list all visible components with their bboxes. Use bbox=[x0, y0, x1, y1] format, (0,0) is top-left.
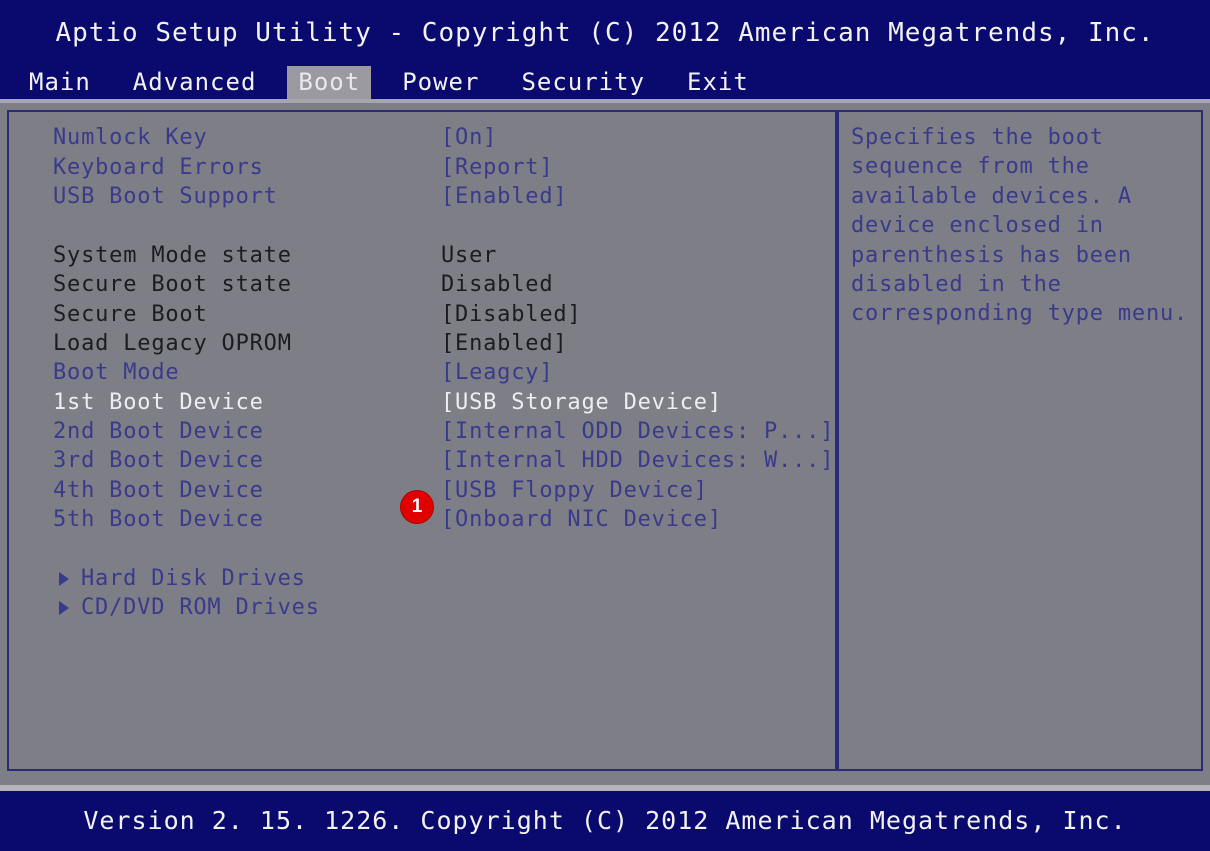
setting-value-load-legacy-oprom[interactable]: [Enabled] bbox=[441, 331, 567, 356]
setting-row-cd-dvd-rom-drives[interactable]: CD/DVD ROM Drives bbox=[9, 593, 835, 622]
setting-row-keyboard-errors[interactable]: Keyboard Errors [Report] bbox=[9, 152, 835, 181]
setting-row-secure-boot-state: Secure Boot state Disabled bbox=[9, 270, 835, 299]
setting-value-secure-boot[interactable]: [Disabled] bbox=[441, 302, 581, 327]
setting-row-spacer bbox=[9, 534, 835, 563]
setting-value-numlock-key[interactable]: [On] bbox=[441, 125, 497, 150]
menu-tab-exit[interactable]: Exit bbox=[676, 66, 760, 99]
setting-row-2nd-boot-device[interactable]: 2nd Boot Device [Internal ODD Devices: P.… bbox=[9, 417, 835, 446]
setting-row-3rd-boot-device[interactable]: 3rd Boot Device [Internal HDD Devices: W.… bbox=[9, 446, 835, 475]
setting-row-load-legacy-oprom[interactable]: Load Legacy OPROM [Enabled] bbox=[9, 329, 835, 358]
setting-label-secure-boot-state: Secure Boot state bbox=[53, 272, 292, 298]
setting-row-secure-boot[interactable]: Secure Boot [Disabled] bbox=[9, 299, 835, 328]
setting-row-spacer bbox=[9, 211, 835, 240]
settings-panel: Numlock Key [On] Keyboard Errors [Report] US… bbox=[7, 110, 837, 771]
setting-row-usb-boot-support[interactable]: USB Boot Support [Enabled] bbox=[9, 182, 835, 211]
setting-label-secure-boot: Secure Boot bbox=[53, 301, 208, 327]
version-text: Version 2. 15. 1226. Copyright (C) 2012 … bbox=[83, 806, 1127, 835]
setting-value-4th-boot-device[interactable]: [USB Floppy Device] bbox=[441, 478, 708, 503]
setting-value-usb-boot-support[interactable]: [Enabled] bbox=[441, 184, 567, 209]
menu-tab-advanced[interactable]: Advanced bbox=[122, 66, 268, 99]
submenu-arrow-icon bbox=[59, 600, 69, 615]
setting-label-keyboard-errors: Keyboard Errors bbox=[53, 154, 264, 180]
help-panel: Specifies the boot sequence from the ava… bbox=[837, 110, 1203, 771]
content-area: Numlock Key [On] Keyboard Errors [Report] US… bbox=[0, 103, 1210, 785]
setting-value-system-mode-state: User bbox=[441, 242, 498, 268]
setting-label-1st-boot-device: 1st Boot Device bbox=[53, 389, 264, 415]
footer-bar: Version 2. 15. 1226. Copyright (C) 2012 … bbox=[0, 791, 1210, 851]
setting-row-numlock-key[interactable]: Numlock Key [On] bbox=[9, 123, 835, 152]
setting-row-hard-disk-drives[interactable]: Hard Disk Drives bbox=[9, 564, 835, 593]
setting-label-hard-disk-drives: Hard Disk Drives bbox=[81, 566, 306, 592]
setting-label-4th-boot-device: 4th Boot Device bbox=[53, 477, 264, 503]
setting-value-5th-boot-device[interactable]: [Onboard NIC Device] bbox=[441, 507, 722, 532]
setting-label-usb-boot-support: USB Boot Support bbox=[53, 183, 278, 209]
setting-value-3rd-boot-device[interactable]: [Internal HDD Devices: W...] bbox=[441, 448, 834, 473]
setting-label-3rd-boot-device: 3rd Boot Device bbox=[53, 448, 264, 474]
menu-tab-list: Main Advanced Boot Power Security Exit bbox=[18, 66, 760, 103]
menu-tab-security[interactable]: Security bbox=[510, 66, 656, 99]
menu-tab-main[interactable]: Main bbox=[18, 66, 102, 99]
annotation-badge-1: 1 bbox=[401, 491, 433, 523]
setting-row-boot-mode[interactable]: Boot Mode [Leagcy] bbox=[9, 358, 835, 387]
setting-label-cd-dvd-rom-drives: CD/DVD ROM Drives bbox=[81, 595, 320, 621]
menu-tab-boot[interactable]: Boot bbox=[287, 66, 372, 99]
setting-value-boot-mode[interactable]: [Leagcy] bbox=[441, 360, 553, 385]
setting-row-system-mode-state: System Mode state User bbox=[9, 241, 835, 270]
menu-bar: Main Advanced Boot Power Security Exit bbox=[0, 66, 1210, 103]
setting-label-boot-mode: Boot Mode bbox=[53, 360, 180, 386]
submenu-arrow-icon bbox=[59, 571, 69, 586]
setting-value-secure-boot-state: Disabled bbox=[441, 272, 554, 298]
setting-value-2nd-boot-device[interactable]: [Internal ODD Devices: P...] bbox=[441, 419, 834, 444]
menu-tab-power[interactable]: Power bbox=[391, 66, 490, 99]
setting-row-1st-boot-device[interactable]: 1st Boot Device [USB Storage Device] bbox=[9, 388, 835, 417]
setting-label-load-legacy-oprom: Load Legacy OPROM bbox=[53, 330, 292, 356]
setting-value-1st-boot-device[interactable]: [USB Storage Device] bbox=[441, 390, 722, 415]
setting-label-5th-boot-device: 5th Boot Device bbox=[53, 507, 264, 533]
bios-setup-screen: Aptio Setup Utility - Copyright (C) 2012… bbox=[0, 0, 1210, 851]
title-bar: Aptio Setup Utility - Copyright (C) 2012… bbox=[0, 0, 1210, 66]
settings-list: Numlock Key [On] Keyboard Errors [Report] US… bbox=[9, 123, 835, 623]
setting-label-system-mode-state: System Mode state bbox=[53, 242, 292, 268]
setting-value-keyboard-errors[interactable]: [Report] bbox=[441, 155, 553, 180]
setting-label-2nd-boot-device: 2nd Boot Device bbox=[53, 419, 264, 445]
help-text: Specifies the boot sequence from the ava… bbox=[851, 125, 1189, 327]
setting-label-numlock-key: Numlock Key bbox=[53, 125, 208, 151]
utility-title: Aptio Setup Utility - Copyright (C) 2012… bbox=[55, 18, 1155, 48]
annotation-badge-label: 1 bbox=[411, 496, 423, 517]
